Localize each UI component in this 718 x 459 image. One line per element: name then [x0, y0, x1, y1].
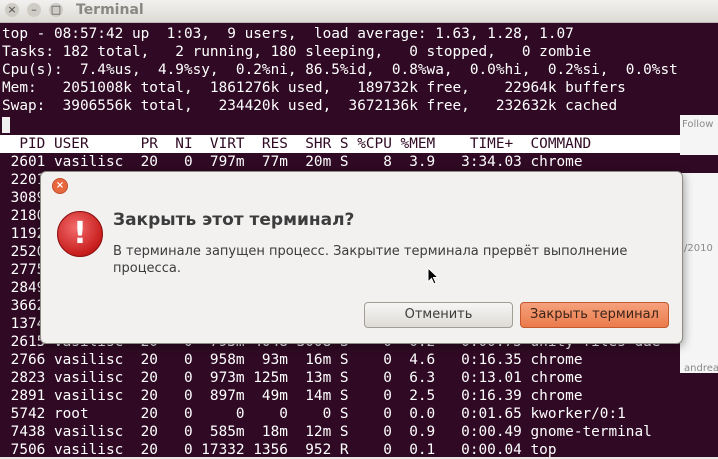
window-title: Terminal: [76, 2, 144, 18]
top-summary-line: Cpu(s): 7.4%us, 4.9%sy, 0.2%ni, 86.5%id,…: [2, 62, 678, 78]
process-row: 3662: [2, 298, 46, 314]
window-minimize-button[interactable]: –: [27, 3, 41, 17]
process-row: 1374: [2, 316, 46, 332]
close-terminal-button[interactable]: Закрыть терминал: [520, 302, 669, 328]
top-summary-line: Swap: 3906556k total, 234420k used, 3672…: [2, 98, 618, 114]
process-header-text: PID USER PR NI VIRT RES SHR S %CPU %MEM …: [2, 136, 592, 152]
process-row: 2775: [2, 262, 46, 278]
background-author: andrea: [684, 363, 718, 374]
top-summary-line: top - 08:57:42 up 1:03, 9 users, load av…: [2, 26, 574, 42]
process-row: 2823 vasilisc 20 0 973m 125m 13m S 0 6.3…: [2, 370, 583, 386]
mouse-pointer-icon: [427, 267, 439, 285]
background-window-edge: Follow: [680, 115, 718, 155]
process-row: 2766 vasilisc 20 0 958m 93m 16m S 0 4.6 …: [2, 352, 583, 368]
background-window-edge: /2010 andrea: [680, 173, 718, 374]
terminal-cursor: [2, 117, 10, 133]
background-date: /2010: [684, 243, 713, 254]
dialog-close-button[interactable]: ×: [52, 178, 68, 194]
process-row: 7506 vasilisc 20 0 17332 1356 952 R 0 0.…: [2, 442, 557, 458]
process-row: 2201: [2, 172, 46, 188]
process-row: 2520: [2, 244, 46, 260]
process-row: 3089: [2, 190, 46, 206]
dialog-message: В терминале запущен процесс. Закрытие те…: [113, 244, 628, 276]
process-row: 2601 vasilisc 20 0 797m 77m 20m S 8 3.9 …: [2, 154, 583, 170]
process-row: 2891 vasilisc 20 0 897m 49m 14m S 0 2.5 …: [2, 388, 583, 404]
window-maximize-button[interactable]: □: [49, 3, 63, 17]
dialog-title: Закрыть этот терминал?: [113, 210, 355, 230]
close-terminal-dialog: × ! Закрыть этот терминал? В терминале з…: [40, 171, 683, 344]
process-row: 2180: [2, 208, 46, 224]
window-titlebar[interactable]: × – □ Terminal: [0, 0, 718, 23]
process-row: 7438 vasilisc 20 0 585m 18m 12m S 0 0.9 …: [2, 424, 652, 440]
window-close-button[interactable]: ×: [5, 3, 19, 17]
process-row: 1192: [2, 226, 46, 242]
follow-link: Follow: [682, 119, 714, 130]
cancel-button[interactable]: Отменить: [364, 302, 513, 328]
process-row: 5742 root 20 0 0 0 0 S 0 0.0 0:01.65 kwo…: [2, 406, 626, 422]
process-table-header: PID USER PR NI VIRT RES SHR S %CPU %MEM …: [0, 135, 718, 153]
process-row: 2849: [2, 280, 46, 296]
top-summary-line: Mem: 2051008k total, 1861276k used, 1897…: [2, 80, 626, 96]
error-icon: !: [57, 211, 103, 257]
top-summary-line: Tasks: 182 total, 2 running, 180 sleepin…: [2, 44, 592, 60]
